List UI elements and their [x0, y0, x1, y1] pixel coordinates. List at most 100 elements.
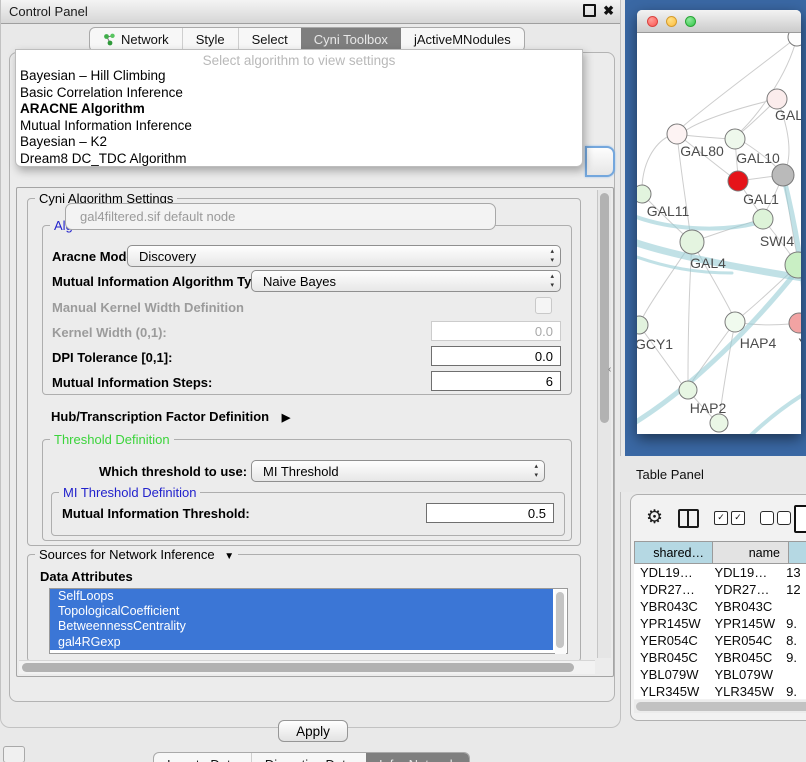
close-window-icon[interactable]	[647, 16, 658, 27]
tab-network[interactable]: Network	[90, 28, 182, 51]
manual-kernel-width-checkbox[interactable]	[535, 297, 552, 314]
network-node[interactable]	[637, 316, 648, 334]
tab-cyni-toolbox[interactable]: Cyni Toolbox	[301, 28, 401, 51]
dropdown-item[interactable]: Bayesian – Hill Climbing	[16, 68, 582, 85]
column-header[interactable]: name	[713, 541, 789, 564]
group-title: MI Threshold Definition	[59, 485, 200, 500]
attribute-list-item-selected[interactable]: SelfLoops	[50, 589, 553, 604]
apply-button[interactable]: Apply	[278, 720, 348, 742]
network-edge[interactable]	[639, 325, 681, 383]
network-node-label: GAL10	[736, 150, 780, 166]
mi-algorithm-type-combobox[interactable]: Naive Bayes ▴▾	[251, 270, 561, 292]
table-row[interactable]: YBL079WYBL079W	[634, 666, 806, 683]
network-node[interactable]	[725, 129, 745, 149]
zoom-window-icon[interactable]	[685, 16, 696, 27]
panel-splitter-grip[interactable]: ‹	[608, 364, 611, 375]
mi-threshold-value: 0.5	[528, 506, 546, 521]
network-icon	[103, 33, 116, 46]
threshold-definition-group: Threshold Definition Which threshold to …	[42, 439, 572, 541]
close-icon[interactable]: ✖	[603, 4, 614, 17]
table-row[interactable]: YPR145WYPR145W9.	[634, 615, 806, 632]
algorithm-dropdown-popup: Select algorithm to view settings Bayesi…	[15, 49, 583, 167]
network-node[interactable]	[767, 89, 787, 109]
dropdown-item[interactable]: ARACNE Algorithm	[16, 101, 582, 118]
select-all-checkboxes-icon[interactable]: ✓✓	[714, 511, 745, 525]
mi-steps-field[interactable]: 6	[431, 371, 561, 391]
network-node[interactable]	[667, 124, 687, 144]
mi-threshold-definition-group: MI Threshold Definition Mutual Informati…	[51, 492, 565, 536]
network-node[interactable]	[637, 185, 651, 203]
network-node[interactable]	[679, 381, 697, 399]
tab-impute-data[interactable]: Impute Data	[154, 753, 251, 762]
attribute-list-item-selected[interactable]: gal4RGexp	[50, 635, 553, 650]
split-columns-icon[interactable]	[678, 509, 699, 528]
table-row[interactable]: YDL19…YDL19…13	[634, 564, 806, 581]
table-row[interactable]: YDR27…YDR27…12	[634, 581, 806, 598]
network-window-titlebar[interactable]	[637, 10, 801, 33]
vertical-scrollbar[interactable]	[597, 190, 611, 658]
sources-toggle[interactable]: Sources for Network Inference ▼	[35, 547, 238, 562]
control-panel-window: Control Panel ✖ NetworkStyleSelectCyni T…	[0, 0, 621, 728]
deselect-checkboxes-icon[interactable]	[760, 511, 791, 525]
table-panel-title: Table Panel	[620, 467, 704, 482]
tab-style[interactable]: Style	[182, 28, 238, 51]
network-node[interactable]	[753, 209, 773, 229]
dropdown-item[interactable]: Bayesian – K2	[16, 134, 582, 151]
horizontal-scrollbar[interactable]	[19, 660, 595, 674]
attribute-list-item-selected[interactable]: TopologicalCoefficient	[50, 604, 553, 619]
network-canvas[interactable]: GALGAL80GAL10GAL1SWI4GAL11GAL4GCY1HAP4YH…	[637, 33, 801, 434]
table-data-combobox-value: gal4filtered.sif default node	[80, 209, 235, 224]
table-horizontal-scrollbar[interactable]	[634, 700, 806, 713]
which-threshold-combobox[interactable]: MI Threshold ▴▾	[251, 460, 545, 482]
network-node[interactable]	[789, 313, 801, 333]
column-header[interactable]: shared…	[634, 541, 713, 564]
minimize-window-icon[interactable]	[666, 16, 677, 27]
table-cell: YLR345W	[708, 683, 780, 699]
network-node[interactable]	[728, 171, 748, 191]
attribute-list-item-selected[interactable]: BetweennessCentrality	[50, 619, 553, 634]
algorithm-combobox-focused-edge[interactable]	[585, 146, 615, 177]
kernel-width-field[interactable]: 0.0	[431, 321, 561, 341]
settings-scroll-area: Cyni Algorithm Settings Algorithm Defini…	[16, 187, 614, 677]
docked-panel-icon[interactable]	[3, 746, 25, 762]
network-edge-highlighted[interactable]	[749, 391, 801, 434]
network-node[interactable]	[788, 33, 801, 46]
tab-select[interactable]: Select	[238, 28, 301, 51]
network-node[interactable]	[710, 414, 728, 432]
settings-gear-icon[interactable]: ⚙	[646, 508, 663, 528]
network-node[interactable]	[725, 312, 745, 332]
panel-title: Control Panel	[1, 4, 88, 19]
hub-definition-toggle[interactable]: Hub/Transcription Factor Definition ▶	[51, 409, 290, 424]
list-scrollbar[interactable]	[555, 590, 566, 654]
table-cell: YBR045C	[708, 649, 780, 666]
column-header[interactable]: A	[789, 541, 806, 564]
network-edge[interactable]	[642, 136, 669, 194]
tab-label: Infer Network	[379, 757, 456, 762]
table-row[interactable]: YER054CYER054C8.	[634, 632, 806, 649]
mi-threshold-field[interactable]: 0.5	[426, 503, 554, 523]
table-row[interactable]: YBR043CYBR043C	[634, 598, 806, 615]
dpi-tolerance-field[interactable]: 0.0	[431, 346, 561, 366]
network-node-label: HAP2	[690, 400, 727, 416]
table-row[interactable]: YLR345WYLR345W9.	[634, 683, 806, 699]
application-root: Control Panel ✖ NetworkStyleSelectCyni T…	[0, 0, 806, 762]
table-row[interactable]: YBR045CYBR045C9.	[634, 649, 806, 666]
dropdown-item[interactable]: Basic Correlation Inference	[16, 85, 582, 102]
aracne-mode-combobox[interactable]: Discovery ▴▾	[127, 245, 561, 267]
mi-type-label: Mutual Information Algorithm Type:	[52, 274, 271, 289]
data-attributes-list[interactable]: SelfLoopsTopologicalCoefficientBetweenne…	[49, 588, 568, 654]
tab-jactivemnodules[interactable]: jActiveMNodules	[401, 28, 524, 51]
mi-threshold-label: Mutual Information Threshold:	[62, 506, 250, 521]
tab-discretize-data[interactable]: Discretize Data	[251, 753, 366, 762]
float-window-icon[interactable]	[583, 4, 596, 17]
table-panel-titlebar: Table Panel	[620, 456, 806, 492]
chevron-down-icon: ▼	[224, 551, 234, 562]
network-edge[interactable]	[685, 99, 777, 131]
table-data-combobox[interactable]: gal4filtered.sif default node	[65, 203, 496, 230]
network-node[interactable]	[772, 164, 794, 186]
dropdown-item[interactable]: Mutual Information Inference	[16, 118, 582, 135]
tab-infer-network[interactable]: Infer Network	[366, 753, 469, 762]
export-table-icon[interactable]	[794, 505, 806, 533]
dropdown-item[interactable]: Dream8 DC_TDC Algorithm	[16, 151, 582, 168]
network-node[interactable]	[680, 230, 704, 254]
